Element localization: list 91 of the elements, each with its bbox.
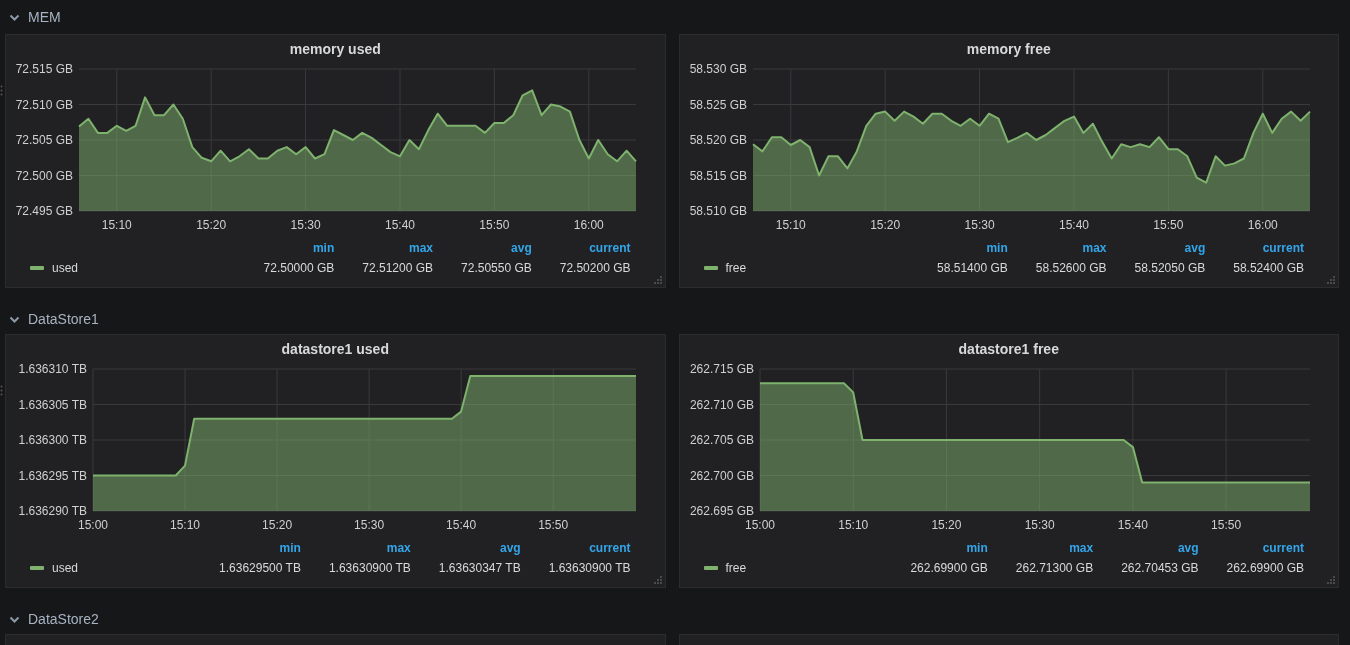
x-axis-label: 15:10 <box>775 218 806 232</box>
y-axis-label: 58.525 GB <box>689 97 747 112</box>
y-axis-label: 1.636295 TB <box>18 468 87 483</box>
y-axis-label: 72.515 GB <box>15 62 73 76</box>
x-axis-label: 15:30 <box>1024 518 1055 532</box>
panel-title[interactable]: memory free <box>966 41 1051 57</box>
legend-column-header[interactable]: avg <box>461 241 532 255</box>
legend-column-header[interactable]: current <box>559 241 631 255</box>
legend-column-header[interactable]: max <box>1015 541 1094 555</box>
legend-series-name[interactable]: used <box>52 561 79 575</box>
legend-column-header[interactable]: max <box>1035 241 1107 255</box>
legend-column-header[interactable]: min <box>219 541 301 555</box>
y-axis-label: 1.636305 TB <box>18 397 87 412</box>
x-axis-label: 15:10 <box>837 518 868 532</box>
legend-value: 262.70453 GB <box>1121 561 1199 575</box>
legend-value: 58.52050 GB <box>1134 261 1206 275</box>
legend-value: 262.69900 GB <box>910 561 988 575</box>
x-axis-label: 15:10 <box>170 518 201 532</box>
x-axis-label: 15:20 <box>196 218 227 232</box>
x-axis-label: 15:20 <box>930 518 961 532</box>
y-axis-label: 72.500 GB <box>15 168 73 183</box>
y-axis-label: 262.705 GB <box>689 433 754 447</box>
y-axis-label: 1.636310 TB <box>18 362 87 376</box>
x-axis-label: 15:10 <box>101 218 132 232</box>
legend-value: 58.51400 GB <box>937 261 1008 275</box>
x-axis-label: 15:30 <box>964 218 995 232</box>
legend-column-header[interactable]: max <box>328 541 411 555</box>
legend-column-header[interactable]: min <box>937 241 1008 255</box>
x-axis-label: 15:40 <box>384 218 415 232</box>
row-title[interactable]: MEM <box>28 9 61 25</box>
legend-series-name[interactable]: free <box>725 561 747 575</box>
x-axis-label: 15:40 <box>446 518 477 532</box>
legend-column-header[interactable]: avg <box>438 541 521 555</box>
x-axis-label: 16:00 <box>1247 218 1278 232</box>
legend-column-header[interactable]: current <box>548 541 631 555</box>
resize-handle-icon[interactable] <box>652 575 663 585</box>
x-axis-label: 15:40 <box>1117 518 1148 532</box>
y-axis-label: 262.715 GB <box>689 362 754 376</box>
y-axis-label: 58.510 GB <box>689 204 747 218</box>
x-axis-label: 15:50 <box>538 518 569 532</box>
x-axis-label: 15:20 <box>262 518 293 532</box>
legend-value: 1.63630900 TB <box>548 561 631 575</box>
row-title[interactable]: DataStore1 <box>28 311 99 327</box>
legend-value: 72.50550 GB <box>461 261 532 275</box>
row-title[interactable]: DataStore2 <box>28 611 99 627</box>
legend-value: 262.69900 GB <box>1226 561 1304 575</box>
legend-column-header[interactable]: current <box>1226 541 1304 555</box>
panel-title[interactable]: datastore1 free <box>958 341 1059 357</box>
resize-handle-icon[interactable] <box>1326 275 1336 285</box>
x-axis-label: 16:00 <box>573 218 604 232</box>
legend-value: 1.63630900 TB <box>328 561 411 575</box>
y-axis-label: 262.695 GB <box>689 504 754 518</box>
legend-column-header[interactable]: min <box>910 541 988 555</box>
y-axis-label: 58.515 GB <box>689 168 747 183</box>
y-axis-label: 1.636300 TB <box>18 433 87 447</box>
legend-column-header[interactable]: max <box>362 241 434 255</box>
x-axis-label: 15:40 <box>1058 218 1089 232</box>
x-axis-label: 15:50 <box>479 218 510 232</box>
x-axis-label: 15:00 <box>744 518 775 532</box>
legend-value: 58.52600 GB <box>1035 261 1107 275</box>
panel-title[interactable]: datastore1 used <box>281 341 389 357</box>
legend-column-header[interactable]: avg <box>1134 241 1206 255</box>
y-axis-label: 58.520 GB <box>689 133 747 147</box>
panel-title[interactable]: memory used <box>289 41 381 57</box>
y-axis-label: 72.495 GB <box>15 204 73 218</box>
legend-value: 72.50200 GB <box>559 261 631 275</box>
resize-handle-icon[interactable] <box>652 275 663 285</box>
legend-value: 72.51200 GB <box>362 261 434 275</box>
legend-column-header[interactable]: current <box>1233 241 1304 255</box>
legend-value: 1.63630347 TB <box>438 561 521 575</box>
y-axis-label: 58.530 GB <box>689 62 747 76</box>
y-axis-label: 72.510 GB <box>15 97 73 112</box>
x-axis-label: 15:00 <box>78 518 108 532</box>
y-axis-label: 262.710 GB <box>689 397 754 412</box>
legend-value: 72.50000 GB <box>263 261 335 275</box>
resize-handle-icon[interactable] <box>1326 575 1336 585</box>
x-axis-label: 15:30 <box>354 518 385 532</box>
legend-series-name[interactable]: free <box>725 261 747 275</box>
y-axis-label: 72.505 GB <box>15 133 73 147</box>
legend-column-header[interactable]: avg <box>1121 541 1199 555</box>
legend-value: 1.63629500 TB <box>219 561 301 575</box>
x-axis-label: 15:20 <box>869 218 900 232</box>
x-axis-label: 15:50 <box>1152 218 1183 232</box>
legend-value: 58.52400 GB <box>1233 261 1304 275</box>
legend-value: 262.71300 GB <box>1015 561 1094 575</box>
y-axis-label: 1.636290 TB <box>18 504 87 518</box>
legend-column-header[interactable]: min <box>263 241 335 255</box>
x-axis-label: 15:30 <box>290 218 321 232</box>
y-axis-label: 262.700 GB <box>689 468 754 483</box>
legend-series-name[interactable]: used <box>52 261 79 275</box>
x-axis-label: 15:50 <box>1210 518 1241 532</box>
